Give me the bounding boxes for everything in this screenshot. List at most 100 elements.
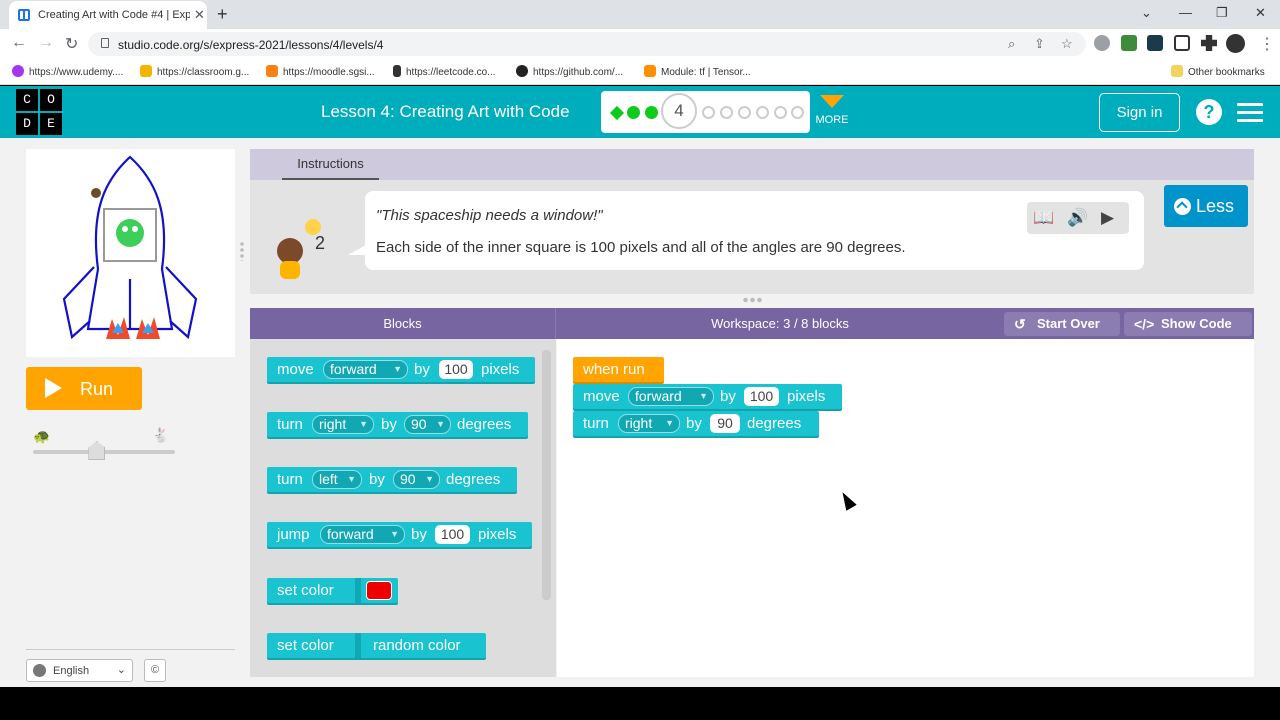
block-by: by (381, 416, 397, 433)
reload-icon[interactable]: ↻ (65, 34, 78, 54)
when-run-block[interactable]: when run (573, 357, 664, 382)
progress-dot-empty[interactable] (702, 106, 715, 119)
extension-green-icon[interactable] (1121, 35, 1137, 51)
browser-tab[interactable]: Creating Art with Code #4 | Expre ✕ (9, 1, 207, 29)
block-by: by (686, 415, 702, 432)
toolbox-block-set-random-color[interactable]: set color random color (267, 633, 486, 658)
progress-dot-empty[interactable] (774, 106, 787, 119)
direction-dropdown[interactable]: forward ▼ (628, 387, 714, 406)
toolbox-block-move[interactable]: move forward ▼ by 100 pixels (267, 357, 535, 382)
speaker-icon[interactable]: 🔊 (1067, 208, 1088, 228)
angle-field[interactable]: 90 (710, 414, 740, 433)
close-window-icon[interactable]: ✕ (1255, 5, 1266, 21)
progress-dot-done[interactable] (645, 106, 658, 119)
input-notch (355, 633, 361, 658)
play-audio-icon[interactable]: ▶ (1101, 208, 1114, 228)
show-code-button[interactable]: </> Show Code (1124, 312, 1252, 336)
instruction-quote: "This spaceship needs a window!" (376, 207, 603, 224)
number-field[interactable]: 100 (435, 525, 470, 544)
progress-dot-empty[interactable] (791, 106, 804, 119)
toolbox-scrollbar[interactable] (542, 350, 551, 600)
program-block-move[interactable]: move forward ▼ by 100 pixels (573, 384, 842, 409)
bookmark-leetcode[interactable]: https://leetcode.co... (393, 65, 496, 78)
program-block-turn[interactable]: turn right ▼ by 90 degrees (573, 411, 819, 436)
drawing-canvas (26, 149, 235, 357)
new-tab-icon[interactable]: + (217, 4, 228, 25)
block-verb: turn (583, 415, 609, 432)
number-field[interactable]: 100 (744, 387, 779, 406)
url-field[interactable]: studio.code.org/s/express-2021/lessons/4… (88, 32, 1086, 56)
bookmark-github[interactable]: https://github.com/... (516, 65, 623, 78)
direction-dropdown[interactable]: forward ▼ (323, 360, 408, 379)
start-over-button[interactable]: ↺ Start Over (1004, 312, 1120, 336)
bookmark-other[interactable]: Other bookmarks (1171, 65, 1265, 78)
direction-dropdown[interactable]: right ▼ (312, 415, 374, 434)
undo-icon: ↺ (1014, 316, 1026, 332)
less-label: Less (1196, 196, 1235, 216)
share-icon[interactable]: ⇪ (1034, 36, 1045, 52)
more-label: MORE (815, 114, 849, 126)
address-bar-row: ← → ↻ studio.code.org/s/express-2021/les… (0, 29, 1280, 59)
instructions-panel: Instructions 2 "This spaceship needs a w… (250, 149, 1254, 294)
block-by: by (720, 388, 736, 405)
close-tab-icon[interactable]: ✕ (194, 7, 205, 23)
block-unit: pixels (481, 361, 520, 378)
progress-current-level[interactable]: 4 (661, 93, 697, 129)
zoom-icon[interactable]: ⌕ (1008, 36, 1015, 52)
extensions-puzzle-icon[interactable] (1201, 35, 1217, 51)
language-value: English (53, 665, 90, 677)
progress-diamond-done[interactable] (609, 105, 625, 121)
help-icon[interactable]: ? (1196, 99, 1222, 125)
chrome-menu-icon[interactable]: ⋮ (1259, 34, 1275, 54)
bookmark-moodle[interactable]: https://moodle.sgsi... (266, 65, 375, 78)
more-button[interactable]: MORE (815, 95, 849, 126)
hint-count: 2 (315, 233, 325, 253)
tab-instructions[interactable]: Instructions (282, 149, 379, 180)
less-button[interactable]: Less (1164, 185, 1248, 227)
maximize-icon[interactable]: ❐ (1216, 5, 1228, 21)
direction-dropdown[interactable]: forward ▼ (320, 525, 405, 544)
block-unit: degrees (446, 471, 501, 488)
toolbox-block-jump[interactable]: jump forward ▼ by 100 pixels (267, 522, 532, 547)
number-field[interactable]: 100 (439, 360, 473, 379)
bookmark-udemy[interactable]: https://www.udemy.... (12, 65, 123, 78)
progress-dot-empty[interactable] (720, 106, 733, 119)
direction-dropdown[interactable]: left ▼ (312, 470, 362, 489)
forward-icon[interactable]: → (38, 34, 54, 52)
angle-dropdown[interactable]: 90 ▼ (404, 415, 451, 434)
direction-dropdown[interactable]: right ▼ (618, 414, 680, 433)
extension-bug-icon[interactable] (1094, 35, 1110, 51)
hamburger-menu-icon[interactable] (1237, 103, 1263, 127)
show-code-label: Show Code (1161, 316, 1232, 331)
copyright-button[interactable]: © (144, 659, 166, 682)
progress-dot-empty[interactable] (738, 106, 751, 119)
extension-dark-icon[interactable] (1147, 35, 1163, 51)
lesson-title[interactable]: Lesson 4: Creating Art with Code (321, 102, 570, 122)
speed-slider-thumb[interactable] (88, 441, 106, 460)
immersive-reader-icon[interactable]: 📖 (1033, 208, 1054, 228)
extension-box-icon[interactable] (1174, 35, 1190, 51)
vertical-resize-grip[interactable] (239, 241, 245, 261)
toolbox-block-turn-right[interactable]: turn right ▼ by 90 ▼ degrees (267, 412, 528, 437)
tab-search-icon[interactable]: ⌄ (1141, 5, 1152, 21)
angle-dropdown[interactable]: 90 ▼ (393, 470, 440, 489)
divider (26, 649, 235, 650)
color-picker-swatch[interactable] (366, 581, 392, 600)
run-button[interactable]: Run (26, 367, 142, 410)
codeorg-logo[interactable]: C O D E (16, 89, 62, 135)
progress-dot-done[interactable] (627, 106, 640, 119)
progress-dot-empty[interactable] (756, 106, 769, 119)
rabbit-fast-icon: 🐇 (152, 427, 170, 443)
star-icon[interactable]: ☆ (1061, 36, 1073, 52)
bookmark-tensorflow[interactable]: Module: tf | Tensor... (644, 65, 751, 78)
bookmark-classroom[interactable]: https://classroom.g... (140, 65, 249, 78)
minimize-icon[interactable]: — (1179, 5, 1192, 20)
toolbox-block-turn-left[interactable]: turn left ▼ by 90 ▼ degrees (267, 467, 517, 492)
language-select[interactable]: English ⌄ (26, 659, 133, 682)
back-icon[interactable]: ← (11, 34, 27, 52)
sign-in-button[interactable]: Sign in (1099, 93, 1180, 132)
profile-avatar[interactable] (1226, 34, 1245, 53)
more-arrow-icon (820, 95, 844, 108)
toolbox-block-set-color[interactable]: set color (267, 578, 398, 603)
horizontal-resize-grip[interactable] (742, 297, 764, 303)
